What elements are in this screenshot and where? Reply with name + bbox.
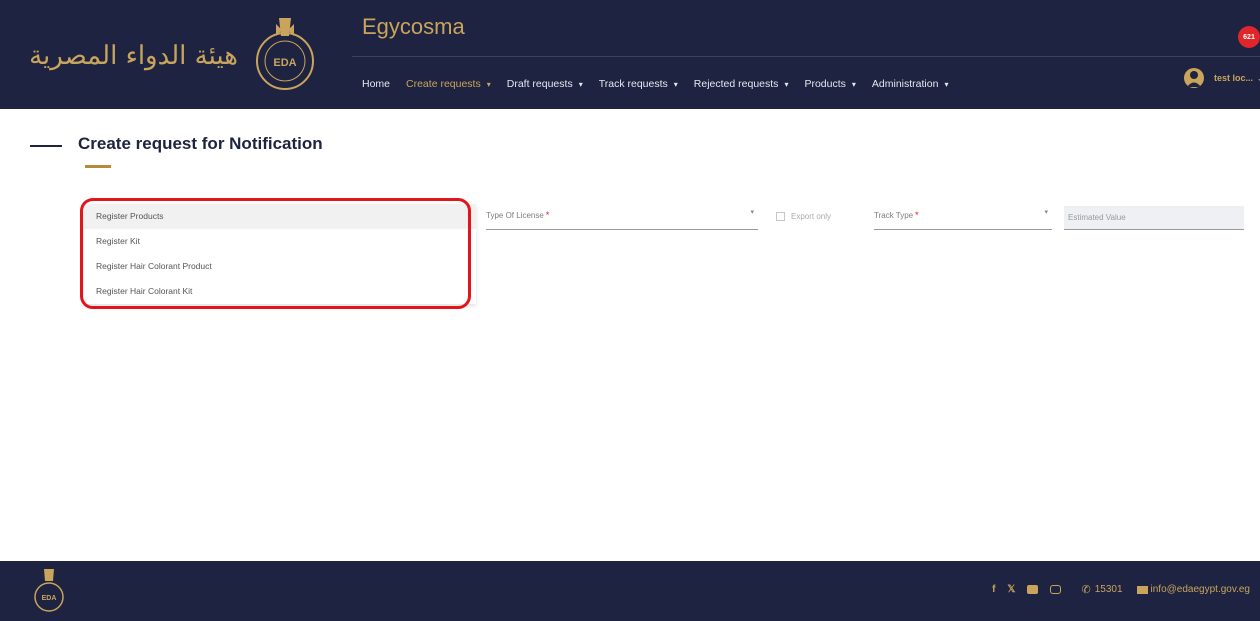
track-type-label: Track Type [874, 211, 914, 220]
nav-item-label: Draft requests [506, 78, 573, 90]
nav-item-draft-requests[interactable]: Draft requests ▾ [507, 78, 583, 90]
chevron-down-icon: ▾ [486, 80, 491, 89]
nav-item-home[interactable]: Home [362, 78, 390, 90]
request-type-option[interactable]: Register Products [84, 204, 476, 229]
main-nav: Home Create requests ▾ Draft requests ▾ Track… [362, 74, 964, 94]
dropdown-arrow-icon: ▾ [1044, 209, 1048, 216]
required-mark: * [915, 210, 919, 220]
nav-item-create-requests[interactable]: Create requests ▾ [406, 78, 491, 90]
type-of-license-select[interactable]: Type Of License * ▾ [486, 208, 758, 230]
dropdown-arrow-icon: ▾ [750, 209, 754, 216]
request-type-option[interactable]: Register Hair Colorant Product [84, 254, 476, 279]
footer: EDA f 𝕏 ✆ 15301 info@edaegypt.gov.eg [0, 561, 1260, 621]
instagram-icon[interactable] [1050, 585, 1062, 594]
svg-text:EDA: EDA [273, 57, 296, 69]
request-type-dropdown-list: Register Products Register Kit Register Ha… [84, 204, 476, 304]
request-type-option[interactable]: Register Hair Colorant Kit [84, 279, 476, 304]
title-underline [85, 165, 111, 168]
eda-emblem-icon: EDA [34, 569, 64, 612]
footer-email[interactable]: info@edaegypt.gov.eg [1151, 584, 1250, 595]
mail-icon [1136, 585, 1148, 594]
footer-phone: 15301 [1094, 584, 1123, 595]
chevron-down-icon: ▾ [944, 80, 949, 89]
footer-contacts: f 𝕏 ✆ 15301 info@edaegypt.gov.eg [992, 583, 1250, 596]
user-avatar-icon [1184, 68, 1204, 88]
type-of-license-label: Type Of License [486, 211, 544, 220]
top-header: هيئة الدواء المصرية EDA Egycosma Home Cre… [0, 0, 1260, 109]
chevron-down-icon: ▾ [578, 80, 583, 89]
checkbox-box[interactable] [776, 212, 785, 221]
chevron-down-icon: ▾ [784, 80, 789, 89]
svg-text:EDA: EDA [42, 595, 57, 602]
user-menu[interactable]: test loc... ⌄ [1184, 68, 1260, 88]
twitter-icon[interactable]: 𝕏 [1007, 584, 1015, 595]
app-title: Egycosma [362, 14, 465, 39]
nav-item-rejected-requests[interactable]: Rejected requests ▾ [694, 78, 789, 90]
chevron-down-icon: ▾ [851, 80, 856, 89]
export-only-checkbox[interactable]: Export only [776, 212, 831, 221]
request-type-option[interactable]: Register Kit [84, 229, 476, 254]
phone-icon: ✆ [1081, 584, 1091, 596]
nav-item-label: Products [804, 78, 846, 90]
export-only-label: Export only [791, 212, 832, 221]
nav-item-label: Create requests [406, 78, 481, 90]
nav-item-label: Administration [871, 78, 939, 90]
nav-item-administration[interactable]: Administration ▾ [872, 78, 949, 90]
user-name: test loc... [1214, 73, 1254, 83]
youtube-icon[interactable] [1027, 585, 1039, 594]
track-type-select[interactable]: Track Type * ▾ [874, 208, 1052, 230]
required-mark: * [545, 210, 550, 220]
page-title: Create request for Notification [78, 134, 323, 153]
nav-item-label: Rejected requests [693, 78, 779, 90]
chevron-down-icon: ▾ [673, 80, 678, 89]
estimated-value-input[interactable]: Estimated Value [1064, 206, 1244, 230]
eda-arabic-logo: هيئة الدواء المصرية [29, 41, 238, 71]
nav-item-track-requests[interactable]: Track requests ▾ [599, 78, 678, 90]
header-divider [352, 56, 1260, 57]
nav-item-label: Home [362, 78, 391, 90]
nav-item-label: Track requests [598, 78, 668, 90]
title-dash [30, 145, 62, 147]
eda-emblem-icon: EDA [256, 18, 314, 90]
nav-item-products[interactable]: Products ▾ [804, 78, 855, 90]
facebook-icon[interactable]: f [992, 584, 995, 595]
notification-badge[interactable]: 621 [1238, 26, 1260, 48]
